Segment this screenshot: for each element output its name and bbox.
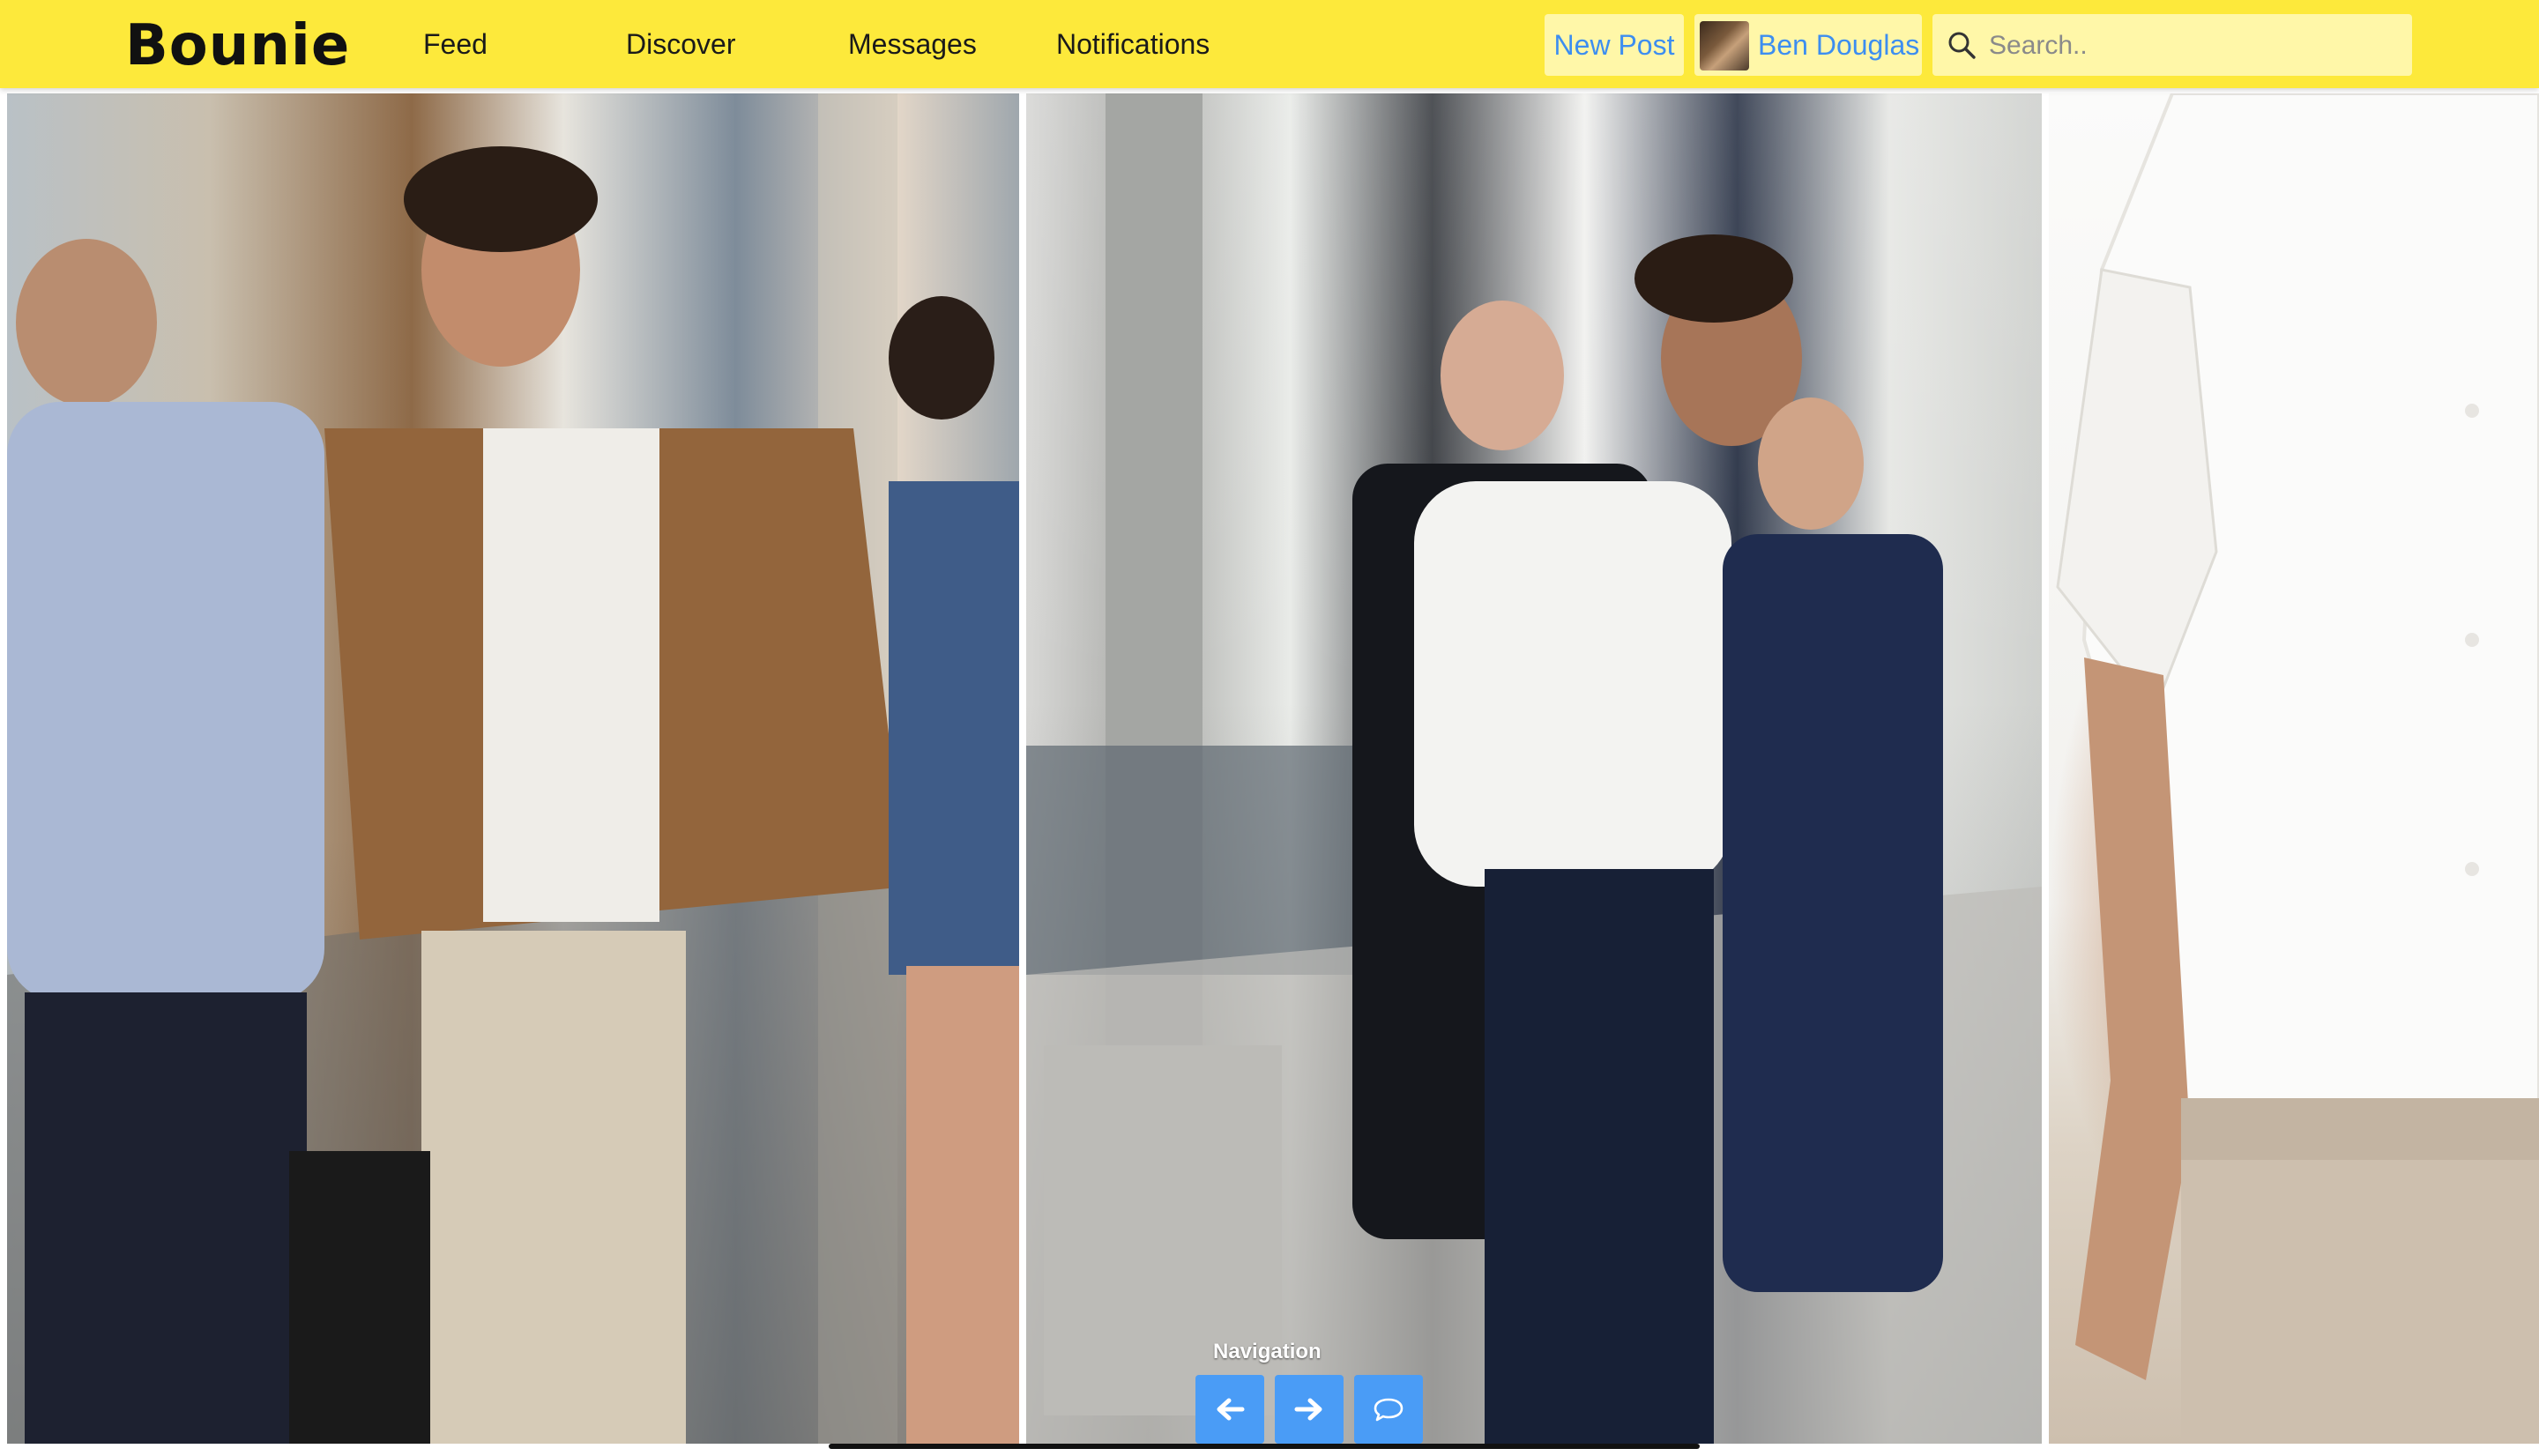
photo-gallery [0, 88, 2539, 1445]
next-button[interactable] [1275, 1375, 1344, 1444]
top-navigation-bar: Bounie Feed Discover Messages Notificati… [0, 0, 2539, 88]
arrow-left-icon [1217, 1398, 1245, 1421]
comment-bubble-icon [1374, 1398, 1404, 1422]
profile-button[interactable]: Ben Douglas [1694, 14, 1922, 76]
photo-illustration [7, 93, 1019, 1444]
navigation-label: Navigation [1213, 1340, 1322, 1363]
comment-button[interactable] [1354, 1375, 1423, 1444]
search-box[interactable] [1932, 14, 2412, 78]
search-input[interactable] [1987, 14, 2396, 78]
profile-name: Ben Douglas [1758, 29, 1920, 61]
search-icon [1948, 32, 1976, 59]
previous-button[interactable] [1195, 1375, 1264, 1444]
gallery-photo-2[interactable] [1026, 93, 2042, 1444]
photo-illustration [1026, 93, 2042, 1444]
user-avatar [1700, 21, 1749, 71]
arrow-right-icon [1294, 1398, 1322, 1421]
nav-notifications[interactable]: Notifications [1056, 25, 1210, 63]
gallery-photo-3[interactable] [2049, 93, 2539, 1444]
gallery-photo-1[interactable] [7, 93, 1019, 1444]
horizontal-scrollbar[interactable] [829, 1444, 1700, 1449]
nav-messages[interactable]: Messages [848, 25, 977, 63]
new-post-button[interactable]: New Post [1545, 14, 1684, 76]
brand-logo[interactable]: Bounie [125, 12, 350, 79]
photo-illustration [2056, 93, 2539, 1444]
navigation-panel: Navigation [1181, 1333, 1446, 1456]
nav-discover[interactable]: Discover [626, 25, 735, 63]
nav-feed[interactable]: Feed [423, 25, 488, 63]
